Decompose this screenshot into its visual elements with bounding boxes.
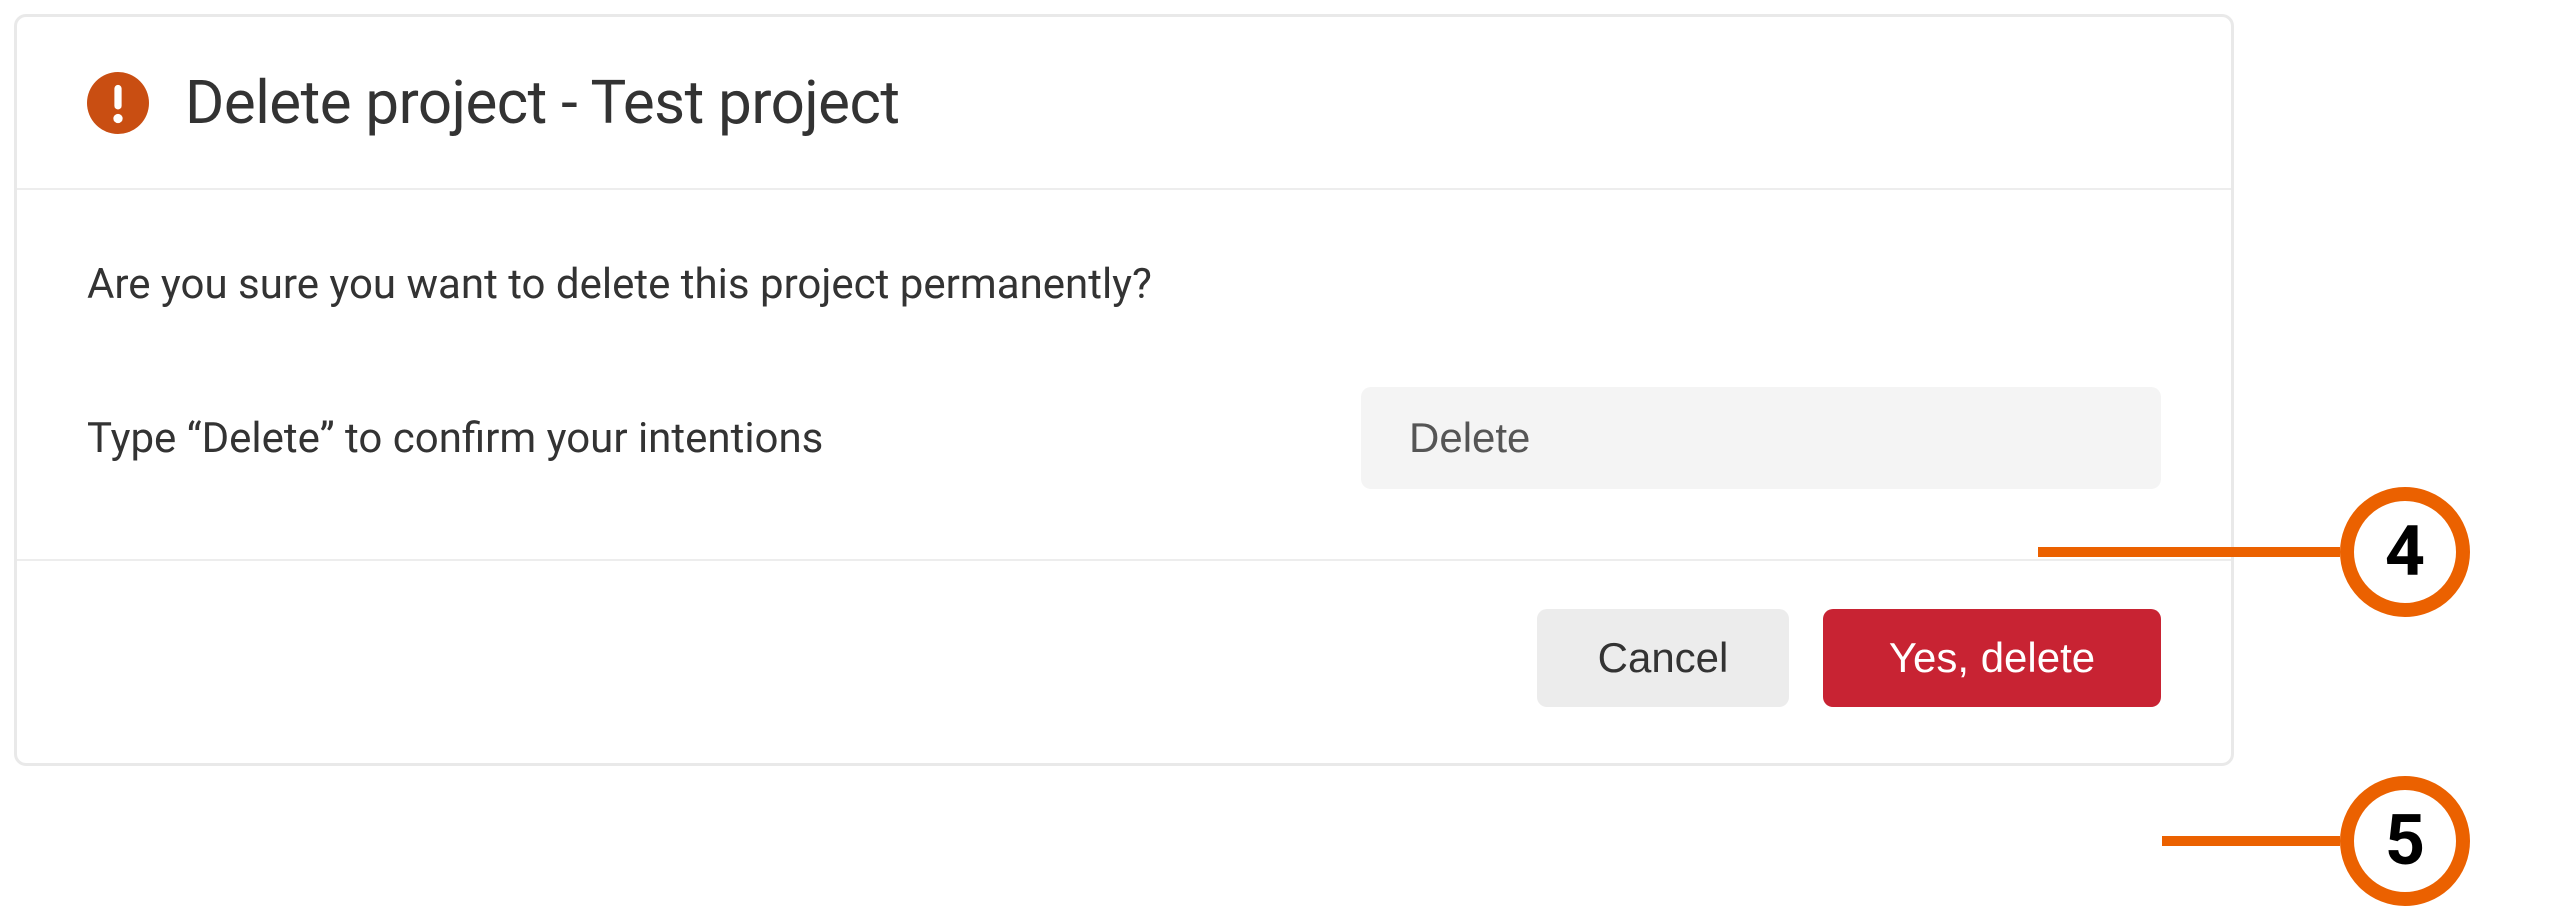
confirm-row: Type “Delete” to confirm your intentions [87,387,2161,489]
cancel-button[interactable]: Cancel [1537,609,1789,707]
callout-step-5: 5 [2162,776,2470,906]
callout-line [2162,836,2340,846]
delete-project-dialog: Delete project - Test project Are you su… [14,14,2234,766]
warning-icon [87,72,149,134]
dialog-body: Are you sure you want to delete this pro… [17,190,2231,561]
callout-number: 5 [2340,776,2470,906]
confirm-label: Type “Delete” to confirm your intentions [87,414,1321,463]
dialog-title: Delete project - Test project [185,67,900,138]
callout-line [2038,547,2340,557]
confirm-input[interactable] [1361,387,2161,489]
dialog-footer: Cancel Yes, delete [17,561,2231,763]
confirm-question: Are you sure you want to delete this pro… [87,260,2161,309]
callout-number: 4 [2340,487,2470,617]
dialog-header: Delete project - Test project [17,17,2231,190]
confirm-delete-button[interactable]: Yes, delete [1823,609,2161,707]
callout-step-4: 4 [2038,487,2470,617]
